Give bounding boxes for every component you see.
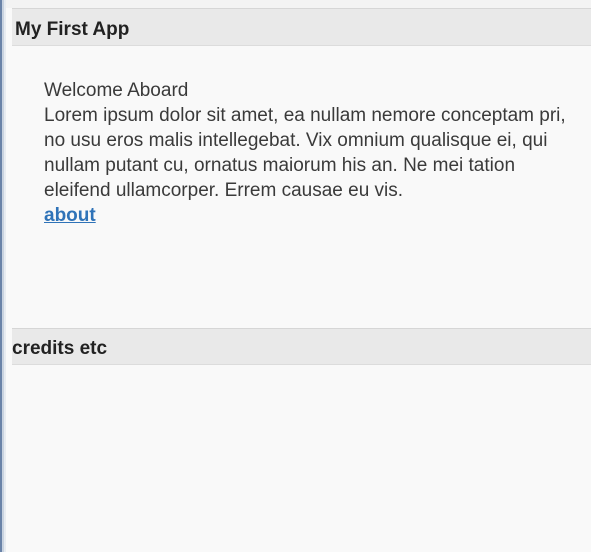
- app-title: My First App: [15, 19, 130, 40]
- welcome-heading: Welcome Aboard: [44, 80, 189, 101]
- app-header: My First App: [12, 8, 591, 46]
- about-link[interactable]: about: [44, 205, 96, 226]
- window-top-border: [6, 0, 591, 8]
- window-left-border: [0, 0, 6, 552]
- main-content: Welcome Aboard Lorem ipsum dolor sit ame…: [44, 78, 574, 228]
- footer-bar: credits etc: [12, 328, 591, 365]
- app-window: My First App Welcome Aboard Lorem ipsum …: [0, 0, 591, 552]
- body-text: Lorem ipsum dolor sit amet, ea nullam ne…: [44, 105, 566, 201]
- footer-title: credits etc: [12, 338, 108, 359]
